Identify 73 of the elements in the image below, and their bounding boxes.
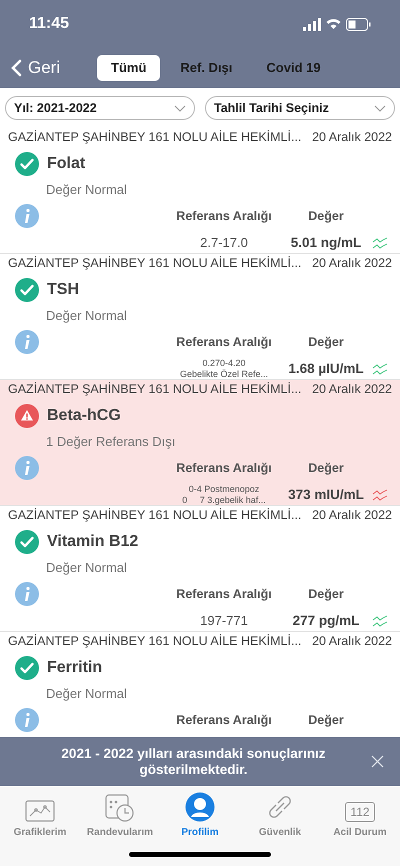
test-name: Folat [47, 154, 86, 174]
reference-header: Referans Aralığı [175, 712, 273, 729]
result-card[interactable]: GAZİANTEP ŞAHİNBEY 161 NOLU AİLE HEKİMLİ... 20 Aralık 2022 Vitamin B12 Değer Normal Referans Aralığı Değer 197-771 277 pg/mL [0, 506, 400, 632]
result-summary: 1 Değer Referans Dışı [46, 433, 176, 452]
reference-range: 0-4 Postmenopoz [188, 484, 260, 495]
result-summary: Değer Normal [46, 685, 127, 704]
info-icon[interactable] [15, 456, 39, 480]
info-icon[interactable] [15, 204, 39, 228]
value-header: Değer [307, 208, 345, 225]
calendar-clock-icon [105, 792, 135, 822]
result-date: 20 Aralık 2022 [312, 255, 392, 272]
tab-bar-item[interactable]: Profilim [160, 786, 240, 842]
value-header: Değer [307, 712, 345, 729]
value-header: Değer [307, 460, 345, 477]
dropdown-field[interactable]: Yıl: 2021-2022 [5, 96, 195, 120]
info-icon[interactable] [15, 330, 39, 354]
info-icon[interactable] [15, 708, 39, 732]
reference-range: 0 7 3.gebelik haf... [182, 495, 266, 505]
reference-header: Referans Aralığı [175, 334, 273, 351]
trend-icon[interactable] [372, 615, 388, 627]
emergency-number-icon: 112 [345, 802, 375, 822]
reference-range: 2.7-17.0 [200, 234, 248, 252]
result-card[interactable]: GAZİANTEP ŞAHİNBEY 161 NOLU AİLE HEKİMLİ... 20 Aralık 2022 TSH Değer Normal Referans Aralığı Değer 0.270-4.20 Gebelikte Özel Refe... 1.68 µIU/mL [0, 254, 400, 380]
result-summary: Değer Normal [46, 559, 127, 578]
chart-icon [25, 800, 55, 822]
result-value: 5.01 ng/mL [290, 234, 362, 252]
profile-icon [185, 792, 215, 822]
test-name: Ferritin [47, 658, 102, 678]
chevron-down-icon [174, 104, 186, 112]
trend-icon[interactable] [372, 237, 388, 249]
test-name: Vitamin B12 [47, 532, 138, 552]
info-icon[interactable] [15, 582, 39, 606]
result-date: 20 Aralık 2022 [312, 633, 392, 650]
toast-message: 2021 - 2022 yılları arasındaki sonuçlarınız gösterilmektedir. [60, 746, 327, 778]
result-card[interactable]: GAZİANTEP ŞAHİNBEY 161 NOLU AİLE HEKİMLİ... 20 Aralık 2022 Beta-hCG 1 Değer Referans Dışı Referans Aralığı Değer 0-4 Postmenopoz 0 7 3.gebelik haf... 373 mIU/mL [0, 380, 400, 506]
filter-tab[interactable]: Tümü [97, 55, 160, 81]
reference-header: Referans Aralığı [175, 586, 273, 603]
filter-tab[interactable]: Ref. Dışı [166, 55, 246, 81]
result-value: 373 mIU/mL [288, 486, 364, 504]
result-date: 20 Aralık 2022 [312, 129, 392, 146]
result-date: 20 Aralık 2022 [312, 507, 392, 524]
chevron-down-icon [374, 104, 386, 112]
result-value: 1.68 µIU/mL [288, 360, 364, 378]
provider-name: GAZİANTEP ŞAHİNBEY 161 NOLU AİLE HEKİMLİ... [8, 255, 302, 272]
value-header: Değer [307, 334, 345, 351]
test-name: TSH [47, 280, 79, 300]
provider-name: GAZİANTEP ŞAHİNBEY 161 NOLU AİLE HEKİMLİ... [8, 507, 302, 524]
provider-name: GAZİANTEP ŞAHİNBEY 161 NOLU AİLE HEKİMLİ... [8, 129, 302, 146]
provider-name: GAZİANTEP ŞAHİNBEY 161 NOLU AİLE HEKİMLİ... [8, 381, 302, 398]
status-time: 11:45 [29, 14, 70, 34]
trend-icon[interactable] [372, 363, 388, 375]
result-summary: Değer Normal [46, 181, 127, 200]
value-header: Değer [307, 586, 345, 603]
result-summary: Değer Normal [46, 307, 127, 326]
signal-icon [303, 18, 321, 30]
wifi-icon [326, 18, 341, 30]
back-button[interactable]: Geri [11, 55, 91, 81]
chevron-left-icon [11, 59, 22, 77]
battery-icon [346, 18, 371, 30]
result-value: 277 pg/mL [292, 612, 360, 630]
result-card[interactable]: GAZİANTEP ŞAHİNBEY 161 NOLU AİLE HEKİMLİ... 20 Aralık 2022 Folat Değer Normal Referans Aralığı Değer 2.7-17.0 5.01 ng/mL [0, 128, 400, 254]
reference-range: 197-771 [200, 612, 248, 630]
filter-tab[interactable]: Covid 19 [252, 55, 335, 81]
trend-icon[interactable] [372, 489, 388, 501]
provider-name: GAZİANTEP ŞAHİNBEY 161 NOLU AİLE HEKİMLİ... [8, 633, 302, 650]
dropdown-field[interactable]: Tahlil Tarihi Seçiniz [205, 96, 395, 120]
reference-header: Referans Aralığı [175, 460, 273, 477]
result-date: 20 Aralık 2022 [312, 381, 392, 398]
test-name: Beta-hCG [47, 406, 121, 426]
reference-range: Gebelikte Özel Refe... [180, 369, 268, 379]
close-icon[interactable] [371, 755, 384, 768]
reference-header: Referans Aralığı [175, 208, 273, 225]
reference-range: 0.270-4.20 [202, 358, 246, 369]
